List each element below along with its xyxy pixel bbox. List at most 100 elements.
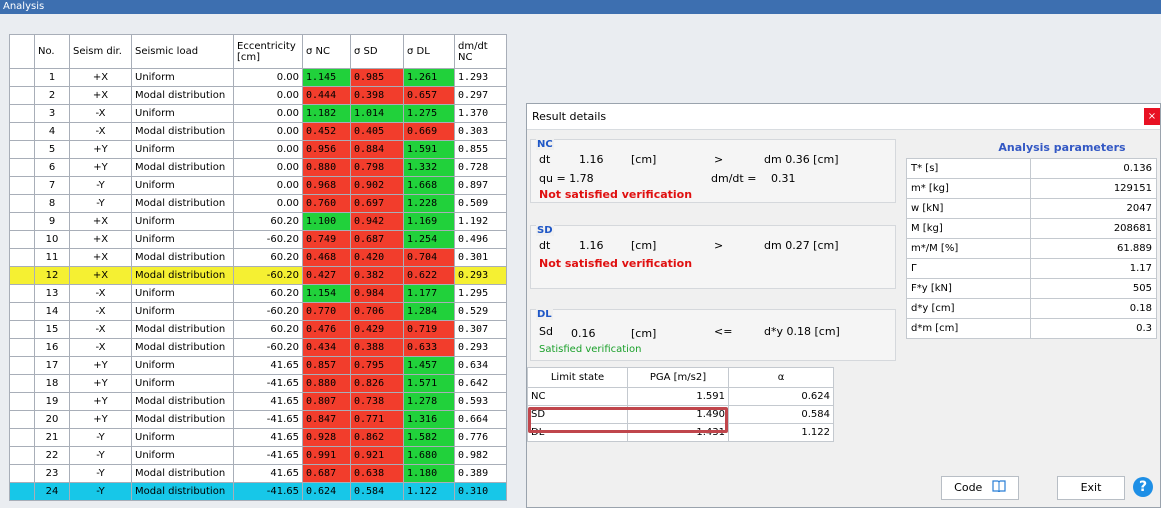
row-selector[interactable] xyxy=(9,104,35,123)
sigma-dl: 1.278 xyxy=(403,392,455,411)
seismic-load: Modal distribution xyxy=(131,392,234,411)
eccentricity: 0.00 xyxy=(233,122,303,141)
row-selector[interactable] xyxy=(9,68,35,87)
seismic-load: Uniform xyxy=(131,428,234,447)
row-selector[interactable] xyxy=(9,302,35,321)
row-selector[interactable] xyxy=(9,374,35,393)
sigma-sd: 0.862 xyxy=(350,428,404,447)
table-row[interactable]: 14 -X Uniform -60.20 0.770 0.706 1.284 0.529 xyxy=(9,302,507,321)
sigma-nc: 0.452 xyxy=(302,122,351,141)
row-selector[interactable] xyxy=(9,284,35,303)
seismic-load: Uniform xyxy=(131,140,234,159)
row-selector[interactable] xyxy=(9,338,35,357)
column-header[interactable]: σ SD xyxy=(350,34,404,69)
sd-dt-unit: [cm] xyxy=(631,239,657,252)
table-row[interactable]: 12 +X Modal distribution -60.20 0.427 0.382 0.… xyxy=(9,266,507,285)
sigma-nc: 0.857 xyxy=(302,356,351,375)
sigma-nc: 1.182 xyxy=(302,104,351,123)
row-number: 21 xyxy=(34,428,70,447)
row-selector[interactable] xyxy=(9,230,35,249)
sigma-nc: 0.968 xyxy=(302,176,351,195)
table-row[interactable]: 20 +Y Modal distribution -41.65 0.847 0.771 1.… xyxy=(9,410,507,429)
row-selector[interactable] xyxy=(9,140,35,159)
row-selector[interactable] xyxy=(9,266,35,285)
table-row[interactable]: 18 +Y Uniform -41.65 0.880 0.826 1.571 0.642 xyxy=(9,374,507,393)
table-row[interactable]: 8 -Y Modal distribution 0.00 0.760 0.697 1.228… xyxy=(9,194,507,213)
sigma-dl: 1.284 xyxy=(403,302,455,321)
row-selector[interactable] xyxy=(9,248,35,267)
column-header[interactable]: No. xyxy=(34,34,70,69)
table-row: F*y [kN] 505 xyxy=(906,278,1157,299)
row-number: 20 xyxy=(34,410,70,429)
table-row[interactable]: 23 -Y Modal distribution 41.65 0.687 0.638 1.1… xyxy=(9,464,507,483)
row-number: 24 xyxy=(34,482,70,501)
sigma-dl: 1.228 xyxy=(403,194,455,213)
table-row[interactable]: 21 -Y Uniform 41.65 0.928 0.862 1.582 0.776 xyxy=(9,428,507,447)
table-row[interactable]: 2 +X Modal distribution 0.00 0.444 0.398 0.657… xyxy=(9,86,507,105)
row-selector[interactable] xyxy=(9,392,35,411)
table-row[interactable]: 22 -Y Uniform -41.65 0.991 0.921 1.680 0.982 xyxy=(9,446,507,465)
column-header[interactable]: Eccentricity [cm] xyxy=(233,34,303,69)
seism-dir: +X xyxy=(69,86,132,105)
table-row[interactable]: NC 1.591 0.624 xyxy=(527,387,834,406)
sigma-nc: 0.444 xyxy=(302,86,351,105)
table-row[interactable]: 24 -Y Modal distribution -41.65 0.624 0.584 1.… xyxy=(9,482,507,501)
table-row[interactable]: 15 -X Modal distribution 60.20 0.476 0.429 0.7… xyxy=(9,320,507,339)
table-row[interactable]: 4 -X Modal distribution 0.00 0.452 0.405 0.669… xyxy=(9,122,507,141)
table-row[interactable]: 13 -X Uniform 60.20 1.154 0.984 1.177 1.295 xyxy=(9,284,507,303)
row-selector[interactable] xyxy=(9,482,35,501)
table-row[interactable]: 10 +X Uniform -60.20 0.749 0.687 1.254 0.496 xyxy=(9,230,507,249)
table-row[interactable]: 1 +X Uniform 0.00 1.145 0.985 1.261 1.293 xyxy=(9,68,507,87)
table-row[interactable]: 3 -X Uniform 0.00 1.182 1.014 1.275 1.370 xyxy=(9,104,507,123)
column-header[interactable]: Seismic load xyxy=(131,34,234,69)
parameter-name: F*y [kN] xyxy=(906,278,1031,299)
parameter-name: m* [kg] xyxy=(906,178,1031,199)
column-header[interactable]: Seism dir. xyxy=(69,34,132,69)
row-selector[interactable] xyxy=(9,176,35,195)
seism-dir: +X xyxy=(69,68,132,87)
table-row[interactable]: 11 +X Modal distribution 60.20 0.468 0.420 0.7… xyxy=(9,248,507,267)
row-selector[interactable] xyxy=(9,320,35,339)
analysis-parameters-title: Analysis parameters xyxy=(998,141,1126,154)
sigma-nc: 0.991 xyxy=(302,446,351,465)
sigma-nc: 0.847 xyxy=(302,410,351,429)
row-selector[interactable] xyxy=(9,410,35,429)
sigma-sd: 0.382 xyxy=(350,266,404,285)
parameter-value: 505 xyxy=(1030,278,1157,299)
row-selector[interactable] xyxy=(9,158,35,177)
seismic-load: Uniform xyxy=(131,230,234,249)
table-row[interactable]: 19 +Y Modal distribution 41.65 0.807 0.738 1.2… xyxy=(9,392,507,411)
help-icon[interactable]: ? xyxy=(1133,477,1153,497)
column-header[interactable]: σ DL xyxy=(403,34,455,69)
table-row[interactable]: 7 -Y Uniform 0.00 0.968 0.902 1.668 0.897 xyxy=(9,176,507,195)
dm-dt-nc: 0.897 xyxy=(454,176,507,195)
sigma-dl: 1.332 xyxy=(403,158,455,177)
table-row[interactable]: 9 +X Uniform 60.20 1.100 0.942 1.169 1.192 xyxy=(9,212,507,231)
dl-sd-label: Sd xyxy=(539,325,553,338)
table-header-row: No. Seism dir. Seismic load Eccentricity… xyxy=(9,34,507,69)
row-selector[interactable] xyxy=(9,446,35,465)
row-number: 9 xyxy=(34,212,70,231)
row-selector[interactable] xyxy=(9,428,35,447)
row-selector[interactable] xyxy=(9,464,35,483)
seism-dir: +X xyxy=(69,266,132,285)
row-selector[interactable] xyxy=(9,212,35,231)
exit-button[interactable]: Exit xyxy=(1057,476,1125,500)
eccentricity: 60.20 xyxy=(233,284,303,303)
row-selector[interactable] xyxy=(9,122,35,141)
table-row[interactable]: 16 -X Modal distribution -60.20 0.434 0.388 0.… xyxy=(9,338,507,357)
column-header: α xyxy=(728,367,834,388)
column-header[interactable]: σ NC xyxy=(302,34,351,69)
table-row[interactable]: 6 +Y Modal distribution 0.00 0.880 0.798 1.332… xyxy=(9,158,507,177)
row-selector[interactable] xyxy=(9,194,35,213)
sigma-sd: 0.985 xyxy=(350,68,404,87)
close-icon[interactable]: × xyxy=(1144,108,1160,125)
code-button[interactable]: Code xyxy=(941,476,1019,500)
table-row[interactable]: 5 +Y Uniform 0.00 0.956 0.884 1.591 0.855 xyxy=(9,140,507,159)
row-selector[interactable] xyxy=(9,356,35,375)
eccentricity: 41.65 xyxy=(233,428,303,447)
table-row[interactable]: 17 +Y Uniform 41.65 0.857 0.795 1.457 0.634 xyxy=(9,356,507,375)
dm-dt-nc: 0.776 xyxy=(454,428,507,447)
column-header[interactable]: dm/dt NC xyxy=(454,34,507,69)
row-selector[interactable] xyxy=(9,86,35,105)
